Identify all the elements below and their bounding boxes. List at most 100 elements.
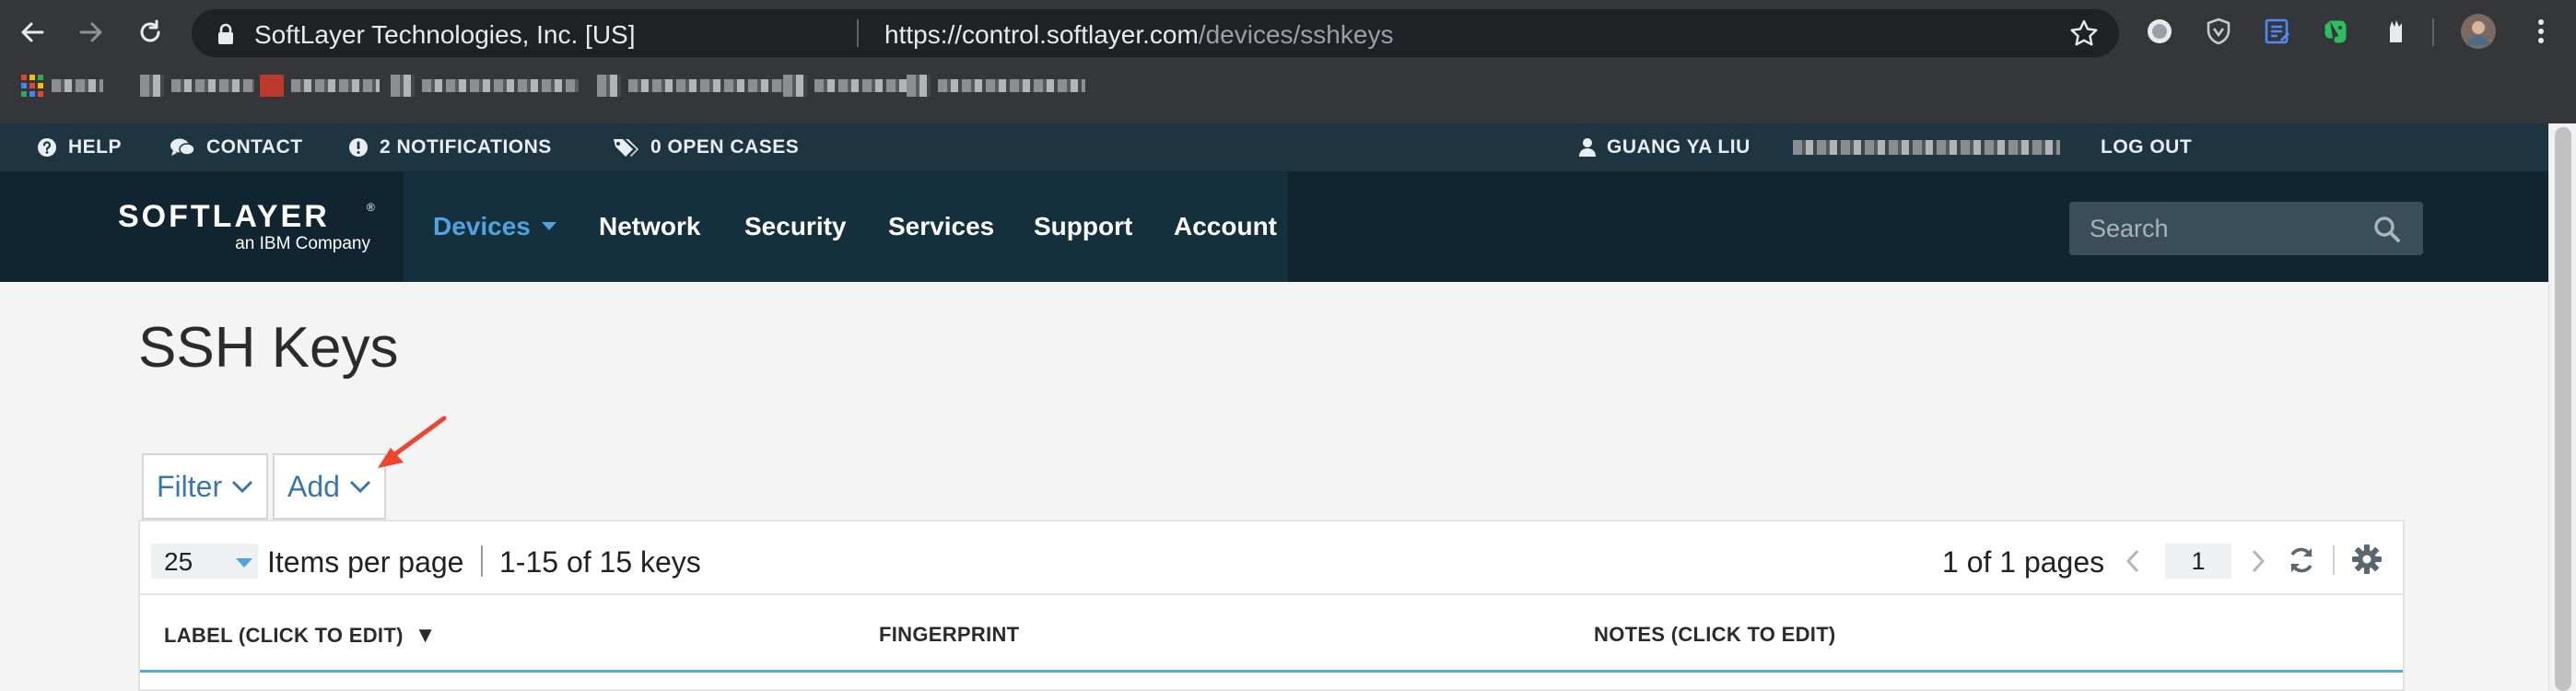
refresh-button[interactable]: [2285, 544, 2318, 577]
extension-glove-icon[interactable]: [2377, 13, 2414, 50]
items-per-page-value: 25: [164, 547, 193, 576]
search-icon[interactable]: [2373, 216, 2401, 243]
address-bar[interactable]: SoftLayer Technologies, Inc. [US] https:…: [192, 9, 2119, 57]
bookmark-item[interactable]: [783, 74, 907, 98]
sshkeys-table-panel: 25 Items per page 1-15 of 15 keys 1 of 1…: [138, 520, 2405, 691]
refresh-icon: [2290, 547, 2313, 573]
logout-label: LOG OUT: [2101, 136, 2193, 158]
brand-tagline: an IBM Company: [235, 234, 370, 253]
user-icon: [1579, 138, 1596, 157]
url-host: https://control.softlayer.com: [884, 20, 1199, 49]
nav-account[interactable]: Account: [1174, 171, 1277, 282]
help-link[interactable]: HELP: [37, 123, 122, 171]
url-path: /devices/sshkeys: [1198, 20, 1394, 49]
reload-icon: [140, 19, 160, 42]
search-input[interactable]: [2069, 202, 2364, 255]
toolbar-divider: [2432, 18, 2434, 46]
softlayer-logo[interactable]: SOFTLAYER ® an IBM Company: [118, 201, 376, 256]
nav-services-label: Services: [888, 212, 995, 240]
bookmark-item[interactable]: [597, 74, 783, 98]
bookmark-item[interactable]: [391, 74, 579, 98]
chevron-down-icon: [349, 480, 370, 493]
browser-chrome: SoftLayer Technologies, Inc. [US] https:…: [0, 0, 2576, 123]
gear-icon: [2352, 545, 2382, 574]
bookmark-item[interactable]: [260, 74, 380, 98]
page-title: SSH Keys: [138, 316, 399, 380]
nav-support-label: Support: [1034, 212, 1133, 240]
open-cases-label: 0 OPEN CASES: [650, 136, 800, 158]
menu-kebab-icon[interactable]: [2523, 13, 2559, 50]
items-per-page-select[interactable]: 25: [151, 544, 258, 579]
reload-button[interactable]: [131, 13, 170, 52]
account-id-redacted: [1793, 123, 2060, 171]
search-box: [2069, 202, 2423, 255]
user-account-link[interactable]: GUANG YA LIU: [1579, 123, 1751, 171]
column-header-label-text: LABEL (CLICK TO EDIT): [164, 624, 404, 647]
nav-account-label: Account: [1174, 212, 1277, 240]
sort-desc-icon: ▼: [414, 623, 437, 648]
bookmark-item[interactable]: [140, 74, 254, 98]
column-header-fingerprint[interactable]: FINGERPRINT: [879, 623, 1019, 647]
contact-link[interactable]: CONTACT: [170, 123, 303, 171]
scrollbar-thumb[interactable]: [2555, 127, 2571, 691]
extension-evernote-icon[interactable]: [2318, 13, 2355, 50]
page-number-input[interactable]: 1: [2165, 544, 2231, 579]
table-header: LABEL (CLICK TO EDIT) ▼ FINGERPRINT NOTES…: [140, 595, 2403, 673]
notifications-link[interactable]: 2 NOTIFICATIONS: [348, 123, 552, 171]
profile-avatar[interactable]: [2460, 13, 2497, 50]
nav-support[interactable]: Support: [1034, 171, 1132, 282]
tags-icon: [614, 139, 638, 157]
settings-button[interactable]: [2349, 542, 2384, 577]
notifications-label: 2 NOTIFICATIONS: [380, 136, 552, 158]
pager-divider: [2333, 545, 2335, 575]
page-count: 1 of 1 pages: [1942, 545, 2105, 579]
bookmark-star-icon[interactable]: [2069, 18, 2099, 48]
add-label: Add: [287, 469, 340, 503]
bookmarks-bar: [0, 63, 2576, 123]
nav-devices[interactable]: Devices: [433, 171, 556, 282]
caret-down-icon: [541, 222, 556, 230]
next-page-button[interactable]: [2244, 545, 2272, 577]
nav-network[interactable]: Network: [599, 171, 700, 282]
annotation-arrow-icon: [378, 416, 447, 468]
bookmark-apps[interactable]: [20, 74, 103, 98]
chevron-down-icon: [232, 480, 253, 493]
forward-arrow-icon: [79, 22, 102, 42]
items-per-page-label: Items per page: [267, 545, 464, 579]
logout-link[interactable]: LOG OUT: [2101, 123, 2192, 171]
contact-label: CONTACT: [206, 136, 303, 158]
forward-button[interactable]: [72, 13, 111, 52]
filter-button[interactable]: Filter: [142, 453, 269, 520]
help-label: HELP: [68, 136, 123, 158]
lock-icon: [218, 23, 233, 44]
nav-security[interactable]: Security: [744, 171, 847, 282]
comments-icon: [170, 138, 195, 156]
url-text: https://control.softlayer.com/devices/ss…: [884, 20, 1393, 50]
site-identity: SoftLayer Technologies, Inc. [US]: [254, 20, 636, 49]
chevron-left-icon: [2125, 549, 2139, 573]
question-circle-icon: [38, 138, 56, 157]
address-divider: [857, 19, 859, 47]
page-scrollbar[interactable]: [2548, 123, 2576, 691]
nav-menu: Devices Network Security Services Suppor…: [404, 171, 1288, 282]
nav-security-label: Security: [744, 212, 847, 240]
result-range: 1-15 of 15 keys: [499, 545, 701, 579]
nav-network-label: Network: [599, 212, 701, 240]
pagination-bar: 25 Items per page 1-15 of 15 keys 1 of 1…: [140, 521, 2403, 595]
apps-grid-icon: [21, 75, 43, 97]
extension-note-icon[interactable]: [2259, 13, 2296, 50]
extension-circle-icon[interactable]: [2141, 13, 2178, 50]
back-button[interactable]: [13, 13, 52, 52]
exclamation-circle-icon: [349, 138, 368, 157]
prev-page-button[interactable]: [2119, 545, 2147, 577]
column-header-notes[interactable]: NOTES (CLICK TO EDIT): [1594, 623, 1836, 647]
extension-shield-icon[interactable]: [2200, 13, 2237, 50]
user-name: GUANG YA LIU: [1607, 136, 1751, 158]
filter-label: Filter: [157, 469, 223, 503]
caret-down-icon: [236, 558, 252, 568]
bookmark-item[interactable]: [907, 74, 1085, 98]
nav-devices-label: Devices: [433, 212, 531, 240]
column-header-label[interactable]: LABEL (CLICK TO EDIT) ▼: [164, 623, 437, 649]
nav-services[interactable]: Services: [888, 171, 994, 282]
open-cases-link[interactable]: 0 OPEN CASES: [612, 123, 799, 171]
